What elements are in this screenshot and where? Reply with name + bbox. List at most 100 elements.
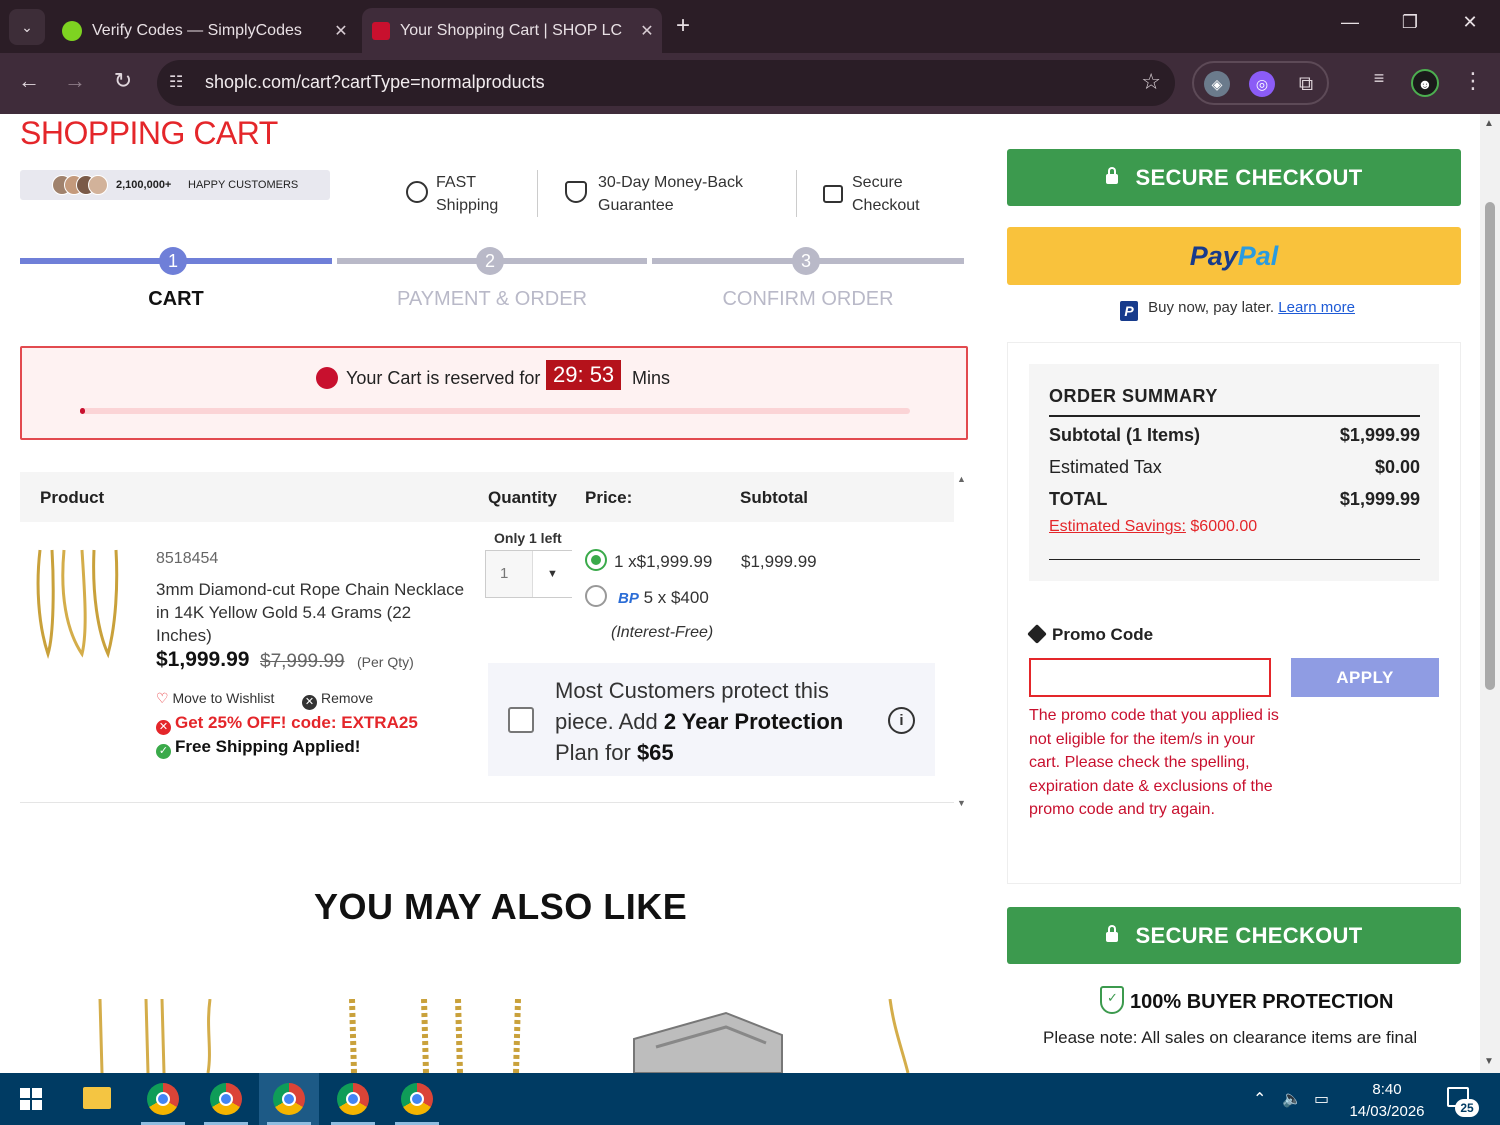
header-price: Price: [585,488,633,507]
savings-link[interactable]: Estimated Savings: [1049,518,1186,535]
remove-link[interactable]: ✕ Remove [302,690,373,710]
protection-plan-box: Most Customers protect this piece. Add 2… [488,663,935,776]
tab-close-icon[interactable]: ✕ [632,21,662,41]
interest-free-note: (Interest-Free) [611,624,714,641]
divider [20,802,954,803]
chrome-taskbar-icon[interactable] [133,1073,193,1125]
recommended-product-image[interactable] [880,999,920,1073]
restore-button[interactable]: ❐ [1390,12,1430,33]
info-icon[interactable]: i [888,707,915,734]
table-header: Product Quantity Price: Subtotal [20,472,954,522]
heart-icon: ♡ [156,690,169,706]
table-scroll-up-icon[interactable]: ▲ [957,474,966,484]
payment-option-full-radio[interactable] [585,549,607,571]
step-3-circle: 3 [792,247,820,275]
x-circle-icon: ✕ [156,720,171,735]
lock-icon [1105,167,1118,184]
quantity-select[interactable]: 1 ▼ [485,550,572,598]
extension-icon[interactable]: ◎ [1249,71,1275,97]
scroll-down-icon[interactable]: ▼ [1484,1056,1494,1067]
page-title: SHOPPING CART [20,115,278,151]
stock-notice: Only 1 left [494,530,562,546]
happy-count: 2,100,000+ [116,179,172,191]
protection-plan-text: Most Customers protect this piece. Add 2… [555,678,844,765]
simplycodes-favicon-icon [62,20,82,41]
recommendations-heading: YOU MAY ALSO LIKE [314,886,688,927]
site-info-icon[interactable]: ☷ [169,72,183,92]
recommended-product-image[interactable] [626,999,786,1073]
scroll-up-icon[interactable]: ▲ [1484,118,1494,129]
reserve-progress-fill [80,408,85,414]
happy-label: HAPPY CUSTOMERS [188,179,299,191]
address-bar[interactable]: ☷ shoplc.com/cart?cartType=normalproduct… [157,60,1175,106]
secure-checkout-button[interactable]: SECURE CHECKOUT [1007,149,1461,206]
chrome-taskbar-icon[interactable] [323,1073,383,1125]
tab-simplycodes[interactable]: Verify Codes — SimplyCodes ✕ [52,8,356,53]
browser-tabbar: ⌄ Verify Codes — SimplyCodes ✕ Your Shop… [0,0,1500,53]
promo-code-label: Promo Code [1027,624,1153,645]
summary-subtotal-row: Subtotal (1 Items) $1,999.99 [1049,425,1420,445]
protection-plan-checkbox[interactable] [508,707,534,733]
header-quantity: Quantity [488,488,557,507]
file-explorer-icon[interactable] [83,1087,111,1109]
learn-more-link[interactable]: Learn more [1278,299,1355,316]
windows-start-icon[interactable] [20,1088,42,1110]
page-content: SHOPPING CART 2,100,000+ HAPPY CUSTOMERS… [0,114,1480,1073]
tab-title: Your Shopping Cart | SHOP LC [400,21,623,39]
payment-option-budget-label: BP 5 x $400 [618,588,709,607]
back-arrow-icon[interactable]: ← [14,68,44,94]
new-tab-button[interactable]: + [676,12,690,40]
taskbar-clock[interactable]: 8:40 14/03/2026 [1347,1079,1427,1123]
divider [537,170,538,217]
scroll-thumb[interactable] [1485,202,1495,690]
chrome-taskbar-icon[interactable] [387,1073,447,1125]
notification-count: 25 [1455,1099,1479,1117]
pay-later-row: P Buy now, pay later. Learn more [1120,299,1355,321]
url-text: shoplc.com/cart?cartType=normalproducts [205,72,545,92]
promo-code-input[interactable] [1029,658,1271,697]
forward-arrow-icon[interactable]: → [60,68,90,94]
cart-reserved-banner: Your Cart is reserved for 29: 53 Mins [20,346,968,440]
puzzle-extensions-icon[interactable]: ⧉ [1293,71,1319,97]
close-window-button[interactable]: ✕ [1450,12,1490,33]
apply-promo-button[interactable]: APPLY [1291,658,1439,697]
buyer-protection: 100% BUYER PROTECTION [1100,986,1393,1014]
customer-avatars [52,175,108,195]
shield-extension-icon[interactable]: ◈ [1204,71,1230,97]
profile-avatar[interactable]: ☻ [1411,69,1439,97]
recommended-product-image[interactable] [340,999,540,1073]
clock-icon [406,181,428,203]
feature-money-back: 30-Day Money-Back Guarantee [565,171,743,217]
tab-shoplc[interactable]: Your Shopping Cart | SHOP LC ✕ [362,8,662,53]
divider [796,170,797,217]
item-subtotal: $1,999.99 [741,552,817,571]
product-name[interactable]: 3mm Diamond-cut Rope Chain Necklace in 1… [156,578,466,647]
network-icon[interactable]: ▭ [1314,1089,1329,1109]
bookmark-star-icon[interactable]: ☆ [1141,69,1161,95]
clock-icon [316,367,338,389]
chrome-taskbar-icon-active[interactable] [259,1073,319,1125]
paypal-button[interactable]: PayPal [1007,227,1461,285]
page-scrollbar[interactable]: ▲ ▼ [1480,114,1500,1073]
step-2-circle: 2 [476,247,504,275]
tab-close-icon[interactable]: ✕ [326,21,356,41]
chrome-taskbar-icon[interactable] [196,1073,256,1125]
product-image[interactable] [32,544,122,660]
reload-icon[interactable]: ↻ [108,68,138,94]
recommended-product-image[interactable] [90,999,230,1073]
payment-option-budget-radio[interactable] [585,585,607,607]
offer-code-text: ✕ Get 25% OFF! code: EXTRA25 [156,713,418,735]
tray-chevron-icon[interactable]: ⌃ [1253,1089,1266,1109]
menu-kebab-icon[interactable]: ⋮ [1458,68,1488,94]
secure-checkout-button-bottom[interactable]: SECURE CHECKOUT [1007,907,1461,964]
payment-option-full-label: 1 x$1,999.99 [614,552,713,571]
per-qty-label: (Per Qty) [357,654,414,670]
volume-icon[interactable]: 🔈 [1282,1089,1302,1109]
table-scroll-down-icon[interactable]: ▼ [957,798,966,808]
remove-x-icon: ✕ [302,695,317,710]
minimize-button[interactable]: — [1330,12,1370,33]
media-control-icon[interactable]: ≡ [1364,68,1394,89]
tab-search-button[interactable]: ⌄ [9,9,45,45]
move-to-wishlist-link[interactable]: ♡ Move to Wishlist [156,690,274,707]
step-3-label: CONFIRM ORDER [722,288,894,310]
